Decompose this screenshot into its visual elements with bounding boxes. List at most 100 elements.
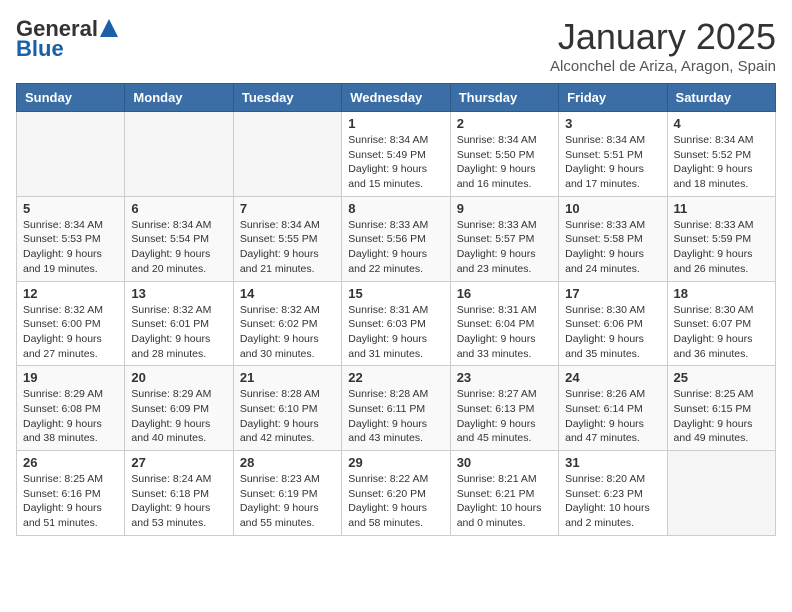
day-info: Sunrise: 8:26 AMSunset: 6:14 PMDaylight:…: [565, 387, 660, 446]
calendar-cell: [233, 112, 341, 197]
day-header-tuesday: Tuesday: [233, 84, 341, 112]
calendar-cell: 12 Sunrise: 8:32 AMSunset: 6:00 PMDayligh…: [17, 281, 125, 366]
page-header: General Blue January 2025 Alconchel de A…: [16, 16, 776, 75]
day-number: 15: [348, 286, 443, 301]
calendar-cell: 16 Sunrise: 8:31 AMSunset: 6:04 PMDayligh…: [450, 281, 558, 366]
logo-blue-text: Blue: [16, 36, 64, 62]
day-info: Sunrise: 8:28 AMSunset: 6:10 PMDaylight:…: [240, 387, 335, 446]
day-info: Sunrise: 8:34 AMSunset: 5:54 PMDaylight:…: [131, 218, 226, 277]
day-info: Sunrise: 8:27 AMSunset: 6:13 PMDaylight:…: [457, 387, 552, 446]
day-info: Sunrise: 8:22 AMSunset: 6:20 PMDaylight:…: [348, 472, 443, 531]
day-info: Sunrise: 8:21 AMSunset: 6:21 PMDaylight:…: [457, 472, 552, 531]
calendar-table: SundayMondayTuesdayWednesdayThursdayFrid…: [16, 83, 776, 536]
calendar-cell: 14 Sunrise: 8:32 AMSunset: 6:02 PMDayligh…: [233, 281, 341, 366]
calendar-cell: 30Sunrise: 8:21 AMSunset: 6:21 PMDayligh…: [450, 451, 558, 536]
day-header-sunday: Sunday: [17, 84, 125, 112]
day-number: 3: [565, 116, 660, 131]
day-info: Sunrise: 8:25 AMSunset: 6:15 PMDaylight:…: [674, 387, 769, 446]
calendar-cell: 3 Sunrise: 8:34 AMSunset: 5:51 PMDaylight…: [559, 112, 667, 197]
calendar-cell: [125, 112, 233, 197]
calendar-cell: 2Sunrise: 8:34 AMSunset: 5:50 PMDaylight…: [450, 112, 558, 197]
day-info: Sunrise: 8:30 AMSunset: 6:07 PMDaylight:…: [674, 303, 769, 362]
calendar-week-row: 1Sunrise: 8:34 AMSunset: 5:49 PMDaylight…: [17, 112, 776, 197]
calendar-cell: 6 Sunrise: 8:34 AMSunset: 5:54 PMDaylight…: [125, 196, 233, 281]
calendar-cell: 11 Sunrise: 8:33 AMSunset: 5:59 PMDayligh…: [667, 196, 775, 281]
day-number: 31: [565, 455, 660, 470]
day-number: 23: [457, 370, 552, 385]
day-info: Sunrise: 8:33 AMSunset: 5:56 PMDaylight:…: [348, 218, 443, 277]
calendar-cell: 20Sunrise: 8:29 AMSunset: 6:09 PMDayligh…: [125, 366, 233, 451]
day-number: 6: [131, 201, 226, 216]
day-number: 21: [240, 370, 335, 385]
day-number: 27: [131, 455, 226, 470]
day-number: 14: [240, 286, 335, 301]
day-info: Sunrise: 8:33 AMSunset: 5:59 PMDaylight:…: [674, 218, 769, 277]
calendar-cell: 27Sunrise: 8:24 AMSunset: 6:18 PMDayligh…: [125, 451, 233, 536]
day-number: 18: [674, 286, 769, 301]
calendar-week-row: 5 Sunrise: 8:34 AMSunset: 5:53 PMDaylight…: [17, 196, 776, 281]
calendar-cell: 7 Sunrise: 8:34 AMSunset: 5:55 PMDaylight…: [233, 196, 341, 281]
logo-triangle-icon: [100, 19, 118, 37]
day-number: 7: [240, 201, 335, 216]
title-block: January 2025 Alconchel de Ariza, Aragon,…: [550, 16, 776, 75]
day-number: 2: [457, 116, 552, 131]
day-number: 13: [131, 286, 226, 301]
calendar-cell: 24 Sunrise: 8:26 AMSunset: 6:14 PMDayligh…: [559, 366, 667, 451]
day-info: Sunrise: 8:34 AMSunset: 5:49 PMDaylight:…: [348, 133, 443, 192]
calendar-header-row: SundayMondayTuesdayWednesdayThursdayFrid…: [17, 84, 776, 112]
calendar-week-row: 12 Sunrise: 8:32 AMSunset: 6:00 PMDayligh…: [17, 281, 776, 366]
day-info: Sunrise: 8:32 AMSunset: 6:02 PMDaylight:…: [240, 303, 335, 362]
day-number: 8: [348, 201, 443, 216]
calendar-cell: 10 Sunrise: 8:33 AMSunset: 5:58 PMDayligh…: [559, 196, 667, 281]
day-info: Sunrise: 8:25 AMSunset: 6:16 PMDaylight:…: [23, 472, 118, 531]
day-header-thursday: Thursday: [450, 84, 558, 112]
calendar-cell: 29 Sunrise: 8:22 AMSunset: 6:20 PMDayligh…: [342, 451, 450, 536]
day-info: Sunrise: 8:31 AMSunset: 6:03 PMDaylight:…: [348, 303, 443, 362]
calendar-cell: 28 Sunrise: 8:23 AMSunset: 6:19 PMDayligh…: [233, 451, 341, 536]
month-title: January 2025: [550, 16, 776, 58]
day-header-saturday: Saturday: [667, 84, 775, 112]
day-info: Sunrise: 8:23 AMSunset: 6:19 PMDaylight:…: [240, 472, 335, 531]
logo: General Blue: [16, 16, 118, 62]
calendar-cell: 26 Sunrise: 8:25 AMSunset: 6:16 PMDayligh…: [17, 451, 125, 536]
calendar-cell: 17Sunrise: 8:30 AMSunset: 6:06 PMDayligh…: [559, 281, 667, 366]
day-number: 29: [348, 455, 443, 470]
day-number: 11: [674, 201, 769, 216]
day-number: 20: [131, 370, 226, 385]
day-header-monday: Monday: [125, 84, 233, 112]
day-info: Sunrise: 8:34 AMSunset: 5:53 PMDaylight:…: [23, 218, 118, 277]
day-info: Sunrise: 8:20 AMSunset: 6:23 PMDaylight:…: [565, 472, 660, 531]
day-info: Sunrise: 8:33 AMSunset: 5:58 PMDaylight:…: [565, 218, 660, 277]
day-number: 17: [565, 286, 660, 301]
calendar-cell: 31 Sunrise: 8:20 AMSunset: 6:23 PMDayligh…: [559, 451, 667, 536]
calendar-cell: 19Sunrise: 8:29 AMSunset: 6:08 PMDayligh…: [17, 366, 125, 451]
calendar-cell: 4Sunrise: 8:34 AMSunset: 5:52 PMDaylight…: [667, 112, 775, 197]
day-info: Sunrise: 8:31 AMSunset: 6:04 PMDaylight:…: [457, 303, 552, 362]
calendar-cell: 25 Sunrise: 8:25 AMSunset: 6:15 PMDayligh…: [667, 366, 775, 451]
day-number: 9: [457, 201, 552, 216]
day-number: 5: [23, 201, 118, 216]
location-subtitle: Alconchel de Ariza, Aragon, Spain: [550, 58, 776, 75]
calendar-cell: 5 Sunrise: 8:34 AMSunset: 5:53 PMDaylight…: [17, 196, 125, 281]
day-number: 10: [565, 201, 660, 216]
day-number: 25: [674, 370, 769, 385]
day-info: Sunrise: 8:34 AMSunset: 5:55 PMDaylight:…: [240, 218, 335, 277]
day-number: 16: [457, 286, 552, 301]
calendar-cell: 22Sunrise: 8:28 AMSunset: 6:11 PMDayligh…: [342, 366, 450, 451]
calendar-week-row: 26 Sunrise: 8:25 AMSunset: 6:16 PMDayligh…: [17, 451, 776, 536]
day-number: 24: [565, 370, 660, 385]
day-number: 26: [23, 455, 118, 470]
day-header-friday: Friday: [559, 84, 667, 112]
day-info: Sunrise: 8:34 AMSunset: 5:51 PMDaylight:…: [565, 133, 660, 192]
calendar-cell: 15 Sunrise: 8:31 AMSunset: 6:03 PMDayligh…: [342, 281, 450, 366]
calendar-cell: 1Sunrise: 8:34 AMSunset: 5:49 PMDaylight…: [342, 112, 450, 197]
day-number: 28: [240, 455, 335, 470]
day-info: Sunrise: 8:34 AMSunset: 5:52 PMDaylight:…: [674, 133, 769, 192]
calendar-cell: 23 Sunrise: 8:27 AMSunset: 6:13 PMDayligh…: [450, 366, 558, 451]
day-number: 22: [348, 370, 443, 385]
day-info: Sunrise: 8:32 AMSunset: 6:00 PMDaylight:…: [23, 303, 118, 362]
calendar-cell: 9Sunrise: 8:33 AMSunset: 5:57 PMDaylight…: [450, 196, 558, 281]
calendar-cell: 21 Sunrise: 8:28 AMSunset: 6:10 PMDayligh…: [233, 366, 341, 451]
day-info: Sunrise: 8:29 AMSunset: 6:08 PMDaylight:…: [23, 387, 118, 446]
day-number: 12: [23, 286, 118, 301]
